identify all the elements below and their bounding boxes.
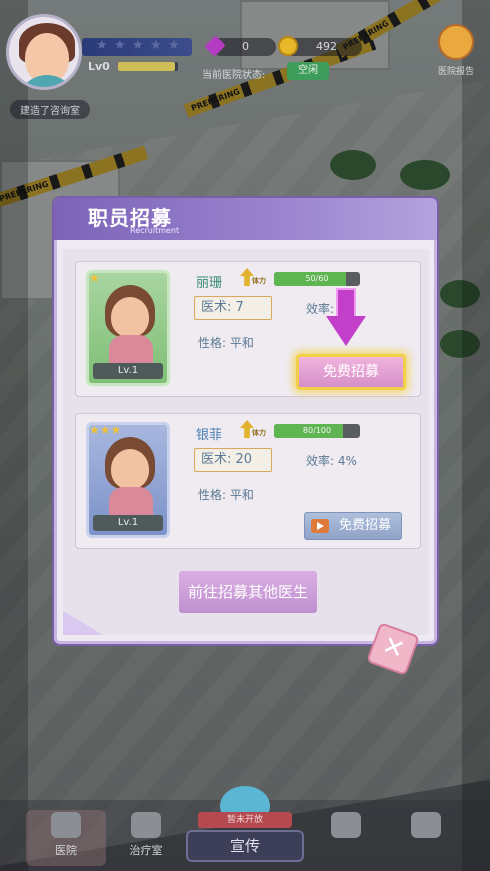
- free-recruit-video-button[interactable]: 免费招募: [304, 512, 402, 540]
- star-icon: ★: [150, 38, 162, 53]
- modal-body: ★ Lv.1 丽珊 体力 50/60 医术: 7 效率: 性格: 平和 免费招募: [63, 249, 429, 635]
- rarity-stars: ★★★: [89, 423, 122, 437]
- lock-icon: [331, 812, 361, 838]
- arrow-stem: [336, 288, 356, 318]
- star-icon: ★: [114, 38, 126, 53]
- modal-header: 职员招募 Recruitment: [54, 198, 437, 240]
- stamina-bar: 80/100: [274, 424, 360, 438]
- free-recruit-button[interactable]: 免费招募: [296, 354, 406, 390]
- hospital-status-label: 当前医院状态:: [202, 70, 266, 81]
- player-avatar[interactable]: [6, 14, 82, 90]
- candidate-portrait[interactable]: ★★★ Lv.1: [86, 422, 170, 538]
- nav-hospital-label: 医院: [55, 844, 77, 857]
- candidate-name: 丽珊: [196, 276, 223, 291]
- candidate-level: Lv.1: [93, 515, 163, 531]
- recruitment-modal: 职员招募 Recruitment ★ Lv.1 丽珊 体力 50/60 医术: …: [54, 198, 437, 644]
- promo-label: 宣传: [186, 830, 304, 862]
- candidate-name: 银菲: [196, 428, 223, 443]
- hospital-status-badge: 空闲: [287, 62, 329, 80]
- star-icon: ★: [96, 38, 108, 53]
- arrow-head: [326, 316, 366, 346]
- hospital-report-button[interactable]: 医院报告: [432, 20, 480, 86]
- free-recruit-label: 免费招募: [338, 518, 391, 533]
- top-hud: ★ ★ ★ ★ ★ Lv0 0 492 当前医院状态: 空闲 医院报告 建造了咨…: [0, 0, 490, 130]
- goto-recruit-other-button[interactable]: 前往招募其他医生: [179, 571, 317, 613]
- tutorial-arrow-icon: [326, 288, 366, 348]
- right-shade: [462, 0, 490, 871]
- stamina-label: 体力: [252, 277, 266, 285]
- promotion-button[interactable]: 暂未开放 宣传: [186, 786, 304, 866]
- rating-stars: ★ ★ ★ ★ ★: [82, 38, 192, 56]
- nav-treatment[interactable]: 治疗室: [106, 810, 186, 866]
- nav-treatment-label: 治疗室: [129, 844, 163, 857]
- level-progress-fill: [118, 62, 175, 71]
- lock-icon: [131, 812, 161, 838]
- nav-locked-4[interactable]: [386, 810, 466, 866]
- candidate-card: ★★★ Lv.1 银菲 体力 80/100 医术: 20 效率: 4% 性格: …: [75, 413, 421, 549]
- gem-count: 0: [242, 40, 249, 53]
- avatar-body: [17, 75, 77, 87]
- portrait-face: [111, 297, 149, 337]
- video-play-icon: [311, 519, 329, 533]
- candidate-portrait[interactable]: ★ Lv.1: [86, 270, 170, 386]
- medical-skill: 医术: 7: [194, 296, 272, 320]
- star-icon: ★: [168, 38, 180, 53]
- lock-icon: [411, 812, 441, 838]
- portrait-face: [111, 449, 149, 489]
- efficiency: 效率: 4%: [306, 454, 357, 468]
- modal-subtitle: Recruitment: [130, 226, 180, 235]
- left-shade: [0, 0, 28, 871]
- player-level: Lv0: [88, 60, 110, 73]
- personality: 性格: 平和: [198, 488, 254, 502]
- coin-icon: [278, 36, 298, 56]
- report-label: 医院报告: [437, 67, 474, 77]
- stamina-icon: 体力: [238, 268, 268, 288]
- medical-skill: 医术: 20: [194, 448, 272, 472]
- hospital-icon: [51, 812, 81, 838]
- stamina-value: 80/100: [302, 426, 332, 435]
- coin-count: 492: [316, 40, 337, 53]
- rarity-stars: ★: [89, 271, 100, 285]
- star-icon: ★: [132, 38, 144, 53]
- candidate-level: Lv.1: [93, 363, 163, 379]
- nav-hospital[interactable]: 医院: [26, 810, 106, 866]
- stamina-bar: 50/60: [274, 272, 360, 286]
- coin-counter[interactable]: 492: [278, 36, 362, 56]
- paper-corner-fold: [63, 611, 103, 635]
- personality: 性格: 平和: [198, 336, 254, 350]
- candidate-card: ★ Lv.1 丽珊 体力 50/60 医术: 7 效率: 性格: 平和 免费招募: [75, 261, 421, 397]
- promo-status-tag: 暂未开放: [198, 812, 292, 828]
- gem-counter[interactable]: 0: [204, 35, 276, 57]
- stamina-value: 50/60: [305, 274, 329, 283]
- gem-icon: [204, 35, 226, 57]
- nav-locked-3[interactable]: [306, 810, 386, 866]
- level-progress-bar: [118, 62, 178, 71]
- stamina-label: 体力: [252, 429, 266, 437]
- recent-event-tag: 建造了咨询室: [10, 100, 90, 119]
- stamina-icon: 体力: [238, 420, 268, 440]
- report-face-icon: [438, 24, 474, 60]
